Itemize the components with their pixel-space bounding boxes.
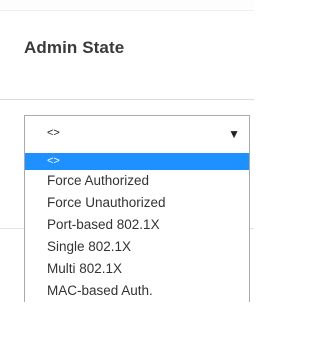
option-port-based-8021x[interactable]: Port-based 802.1X [25,214,249,236]
select-current-value: <> [47,127,60,139]
admin-state-select[interactable]: <> ▼ [24,115,250,153]
option-single-8021x[interactable]: Single 802.1X [25,236,249,258]
column-title: Admin State [24,38,125,57]
option-empty[interactable]: <> [25,153,249,170]
option-force-unauthorized[interactable]: Force Unauthorized [25,192,249,214]
option-multi-8021x[interactable]: Multi 802.1X [25,258,249,280]
admin-state-column: Admin State <> ▼ <> Force Authorized For… [0,0,254,337]
top-strip [0,0,254,11]
chevron-down-icon: ▼ [228,127,240,141]
option-force-authorized[interactable]: Force Authorized [25,170,249,192]
column-header: Admin State [0,11,254,100]
option-mac-based-auth[interactable]: MAC-based Auth. [25,280,249,302]
dropdown-options: <> Force Authorized Force Unauthorized P… [24,153,250,302]
